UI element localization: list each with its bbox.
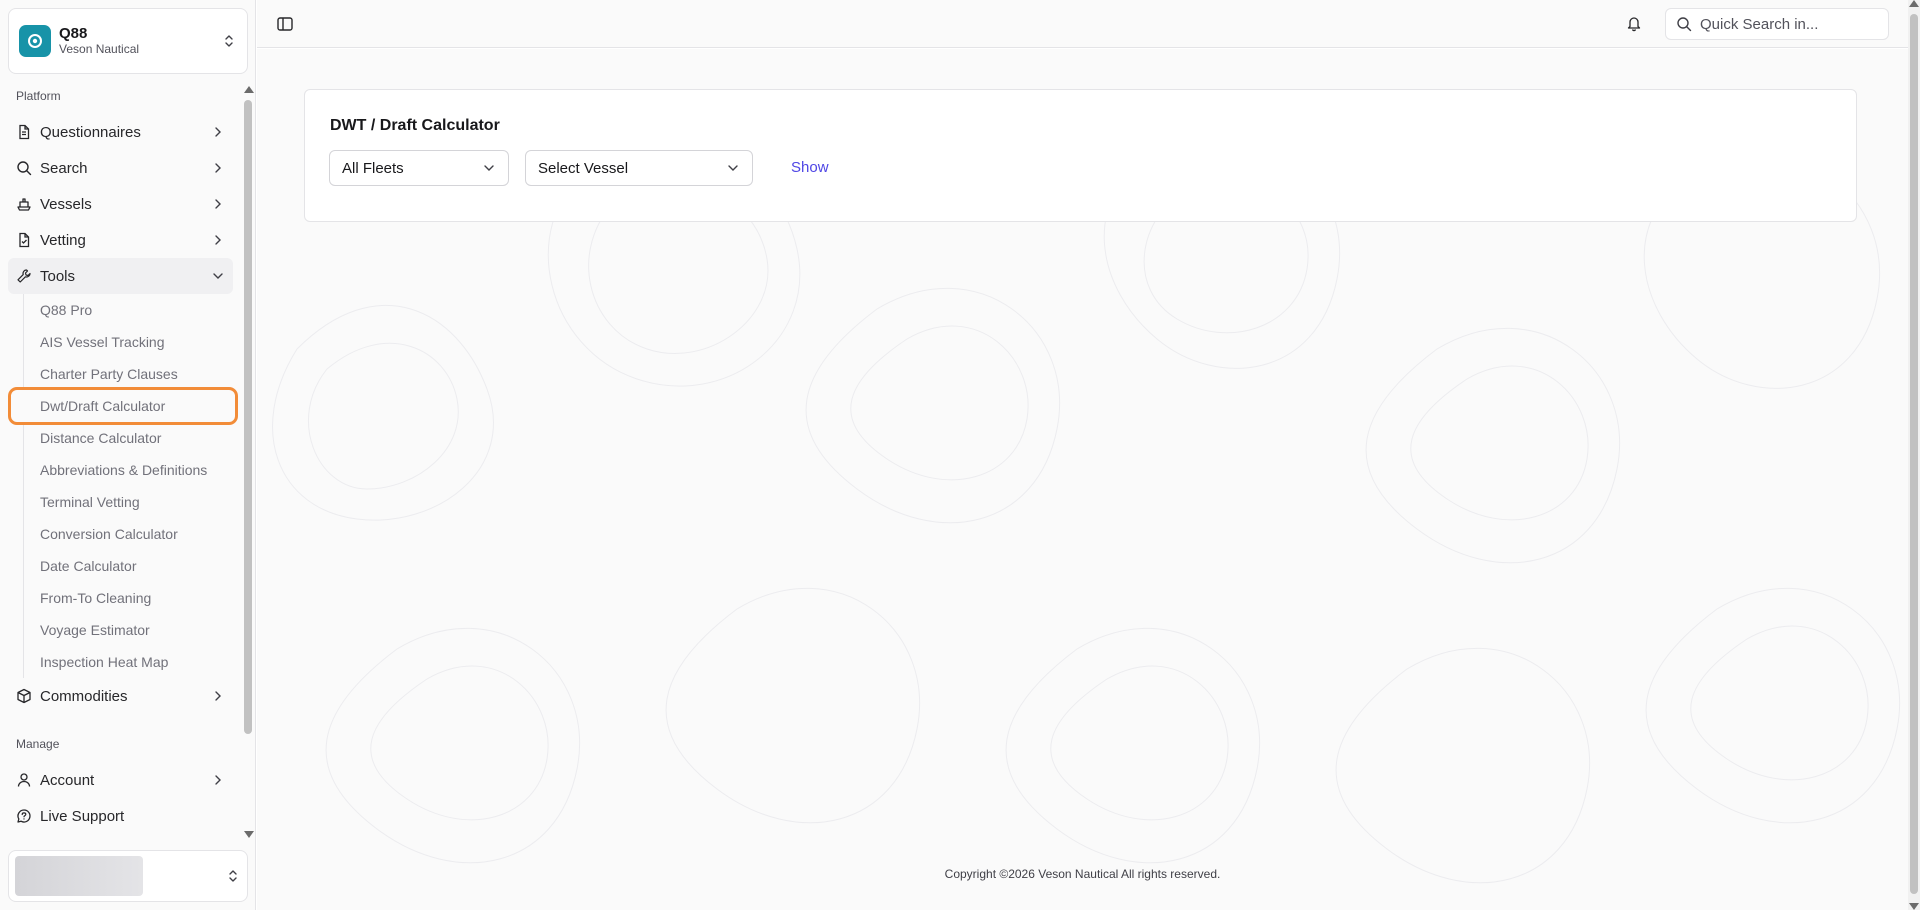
chevron-down-icon xyxy=(484,165,494,171)
sidebar-item-tools[interactable]: Tools xyxy=(8,258,233,294)
sidebar-item-label: Account xyxy=(40,771,95,789)
submenu-item-voyage-estimator[interactable]: Voyage Estimator xyxy=(24,614,234,646)
submenu-item-conversion-calculator[interactable]: Conversion Calculator xyxy=(24,518,234,550)
sidebar-item-live-support[interactable]: Live Support xyxy=(8,798,233,834)
tools-submenu: Q88 Pro AIS Vessel Tracking Charter Part… xyxy=(8,294,248,678)
sidebar-item-account[interactable]: Account xyxy=(8,762,233,798)
bell-icon[interactable] xyxy=(1625,14,1643,32)
chevron-down-icon xyxy=(728,165,738,171)
submenu-item-charter-party-clauses[interactable]: Charter Party Clauses xyxy=(24,358,234,390)
sidebar-item-search[interactable]: Search xyxy=(8,150,233,186)
user-switcher[interactable] xyxy=(8,850,248,902)
chevron-right-icon xyxy=(215,199,221,209)
chevrons-up-down-icon xyxy=(229,870,237,882)
sidebar-scroll-thumb[interactable] xyxy=(244,100,252,734)
sidebar-scrollbar[interactable] xyxy=(242,86,254,838)
quick-search-input[interactable] xyxy=(1700,15,1880,33)
scroll-up-arrow-icon[interactable] xyxy=(244,86,254,93)
page-title: DWT / Draft Calculator xyxy=(330,117,500,134)
sidebar-item-label: Questionnaires xyxy=(40,123,141,141)
sidebar-item-commodities[interactable]: Commodities xyxy=(8,678,233,714)
box-icon xyxy=(17,688,31,704)
page-scrollbar[interactable] xyxy=(1908,0,1920,910)
chevron-right-icon xyxy=(215,775,221,785)
user-info-redacted xyxy=(15,856,143,896)
search-icon xyxy=(1677,17,1692,32)
org-switcher[interactable]: Q88 Veson Nautical xyxy=(8,8,248,74)
chevron-right-icon xyxy=(215,163,221,173)
quick-search[interactable] xyxy=(1665,8,1889,40)
sidebar-item-label: Tools xyxy=(40,267,76,285)
sidebar-nav: Platform Questionnaires Search Vessels V… xyxy=(0,86,248,838)
user-icon xyxy=(17,773,31,787)
message-circle-icon xyxy=(17,809,31,823)
sidebar-item-label: Vessels xyxy=(40,195,92,213)
chevron-right-icon xyxy=(215,235,221,245)
q88-logo-icon xyxy=(19,25,51,57)
scroll-down-arrow-icon[interactable] xyxy=(244,831,254,838)
org-name: Q88 xyxy=(59,25,88,42)
submenu-item-distance-calculator[interactable]: Distance Calculator xyxy=(24,422,234,454)
file-text-icon xyxy=(19,124,30,140)
show-button[interactable]: Show xyxy=(785,150,835,186)
sidebar-item-label: Live Support xyxy=(40,807,125,825)
chevron-right-icon xyxy=(215,127,221,137)
chevron-right-icon xyxy=(215,691,221,701)
main-content: DWT / Draft Calculator All Fleets Select… xyxy=(257,49,1908,910)
dwt-calculator-card: DWT / Draft Calculator All Fleets Select… xyxy=(304,89,1857,222)
submenu-item-date-calculator[interactable]: Date Calculator xyxy=(24,550,234,582)
submenu-item-dwt-draft-calculator[interactable]: Dwt/Draft Calculator xyxy=(8,387,238,425)
sidebar-item-label: Commodities xyxy=(40,687,128,705)
sidebar-toggle-icon[interactable] xyxy=(276,15,294,33)
footer-copyright: Copyright ©2026 Veson Nautical All right… xyxy=(944,867,1221,881)
fleet-select[interactable]: All Fleets xyxy=(329,150,509,186)
sidebar-item-label: Search xyxy=(40,159,88,177)
section-label-platform: Platform xyxy=(16,89,61,103)
file-check-icon xyxy=(19,232,30,248)
search-icon xyxy=(17,161,32,176)
submenu-item-ais-vessel-tracking[interactable]: AIS Vessel Tracking xyxy=(24,326,234,358)
sidebar-item-vessels[interactable]: Vessels xyxy=(8,186,233,222)
submenu-item-terminal-vetting[interactable]: Terminal Vetting xyxy=(24,486,234,518)
org-subtitle: Veson Nautical xyxy=(59,42,140,56)
page-scroll-thumb[interactable] xyxy=(1910,14,1918,894)
vessel-select-value: Select Vessel xyxy=(538,159,629,177)
submenu-item-from-to-cleaning[interactable]: From-To Cleaning xyxy=(24,582,234,614)
ship-icon xyxy=(17,198,31,211)
sidebar: Q88 Veson Nautical Platform Questionnair… xyxy=(0,0,256,910)
chevron-down-icon xyxy=(213,273,223,279)
fleet-select-value: All Fleets xyxy=(342,159,404,177)
top-header xyxy=(257,0,1908,48)
vessel-select[interactable]: Select Vessel xyxy=(525,150,753,186)
submenu-item-inspection-heat-map[interactable]: Inspection Heat Map xyxy=(24,646,234,678)
wrench-icon xyxy=(17,269,31,283)
sidebar-item-questionnaires[interactable]: Questionnaires xyxy=(8,114,233,150)
section-label-manage: Manage xyxy=(16,737,60,751)
sidebar-item-vetting[interactable]: Vetting xyxy=(8,222,233,258)
chevrons-up-down-icon xyxy=(225,35,233,47)
scroll-down-arrow-icon[interactable] xyxy=(1909,903,1919,910)
sidebar-item-label: Vetting xyxy=(40,231,86,249)
submenu-item-q88-pro[interactable]: Q88 Pro xyxy=(24,294,234,326)
scroll-up-arrow-icon[interactable] xyxy=(1909,0,1919,7)
submenu-item-abbreviations-definitions[interactable]: Abbreviations & Definitions xyxy=(24,454,234,486)
